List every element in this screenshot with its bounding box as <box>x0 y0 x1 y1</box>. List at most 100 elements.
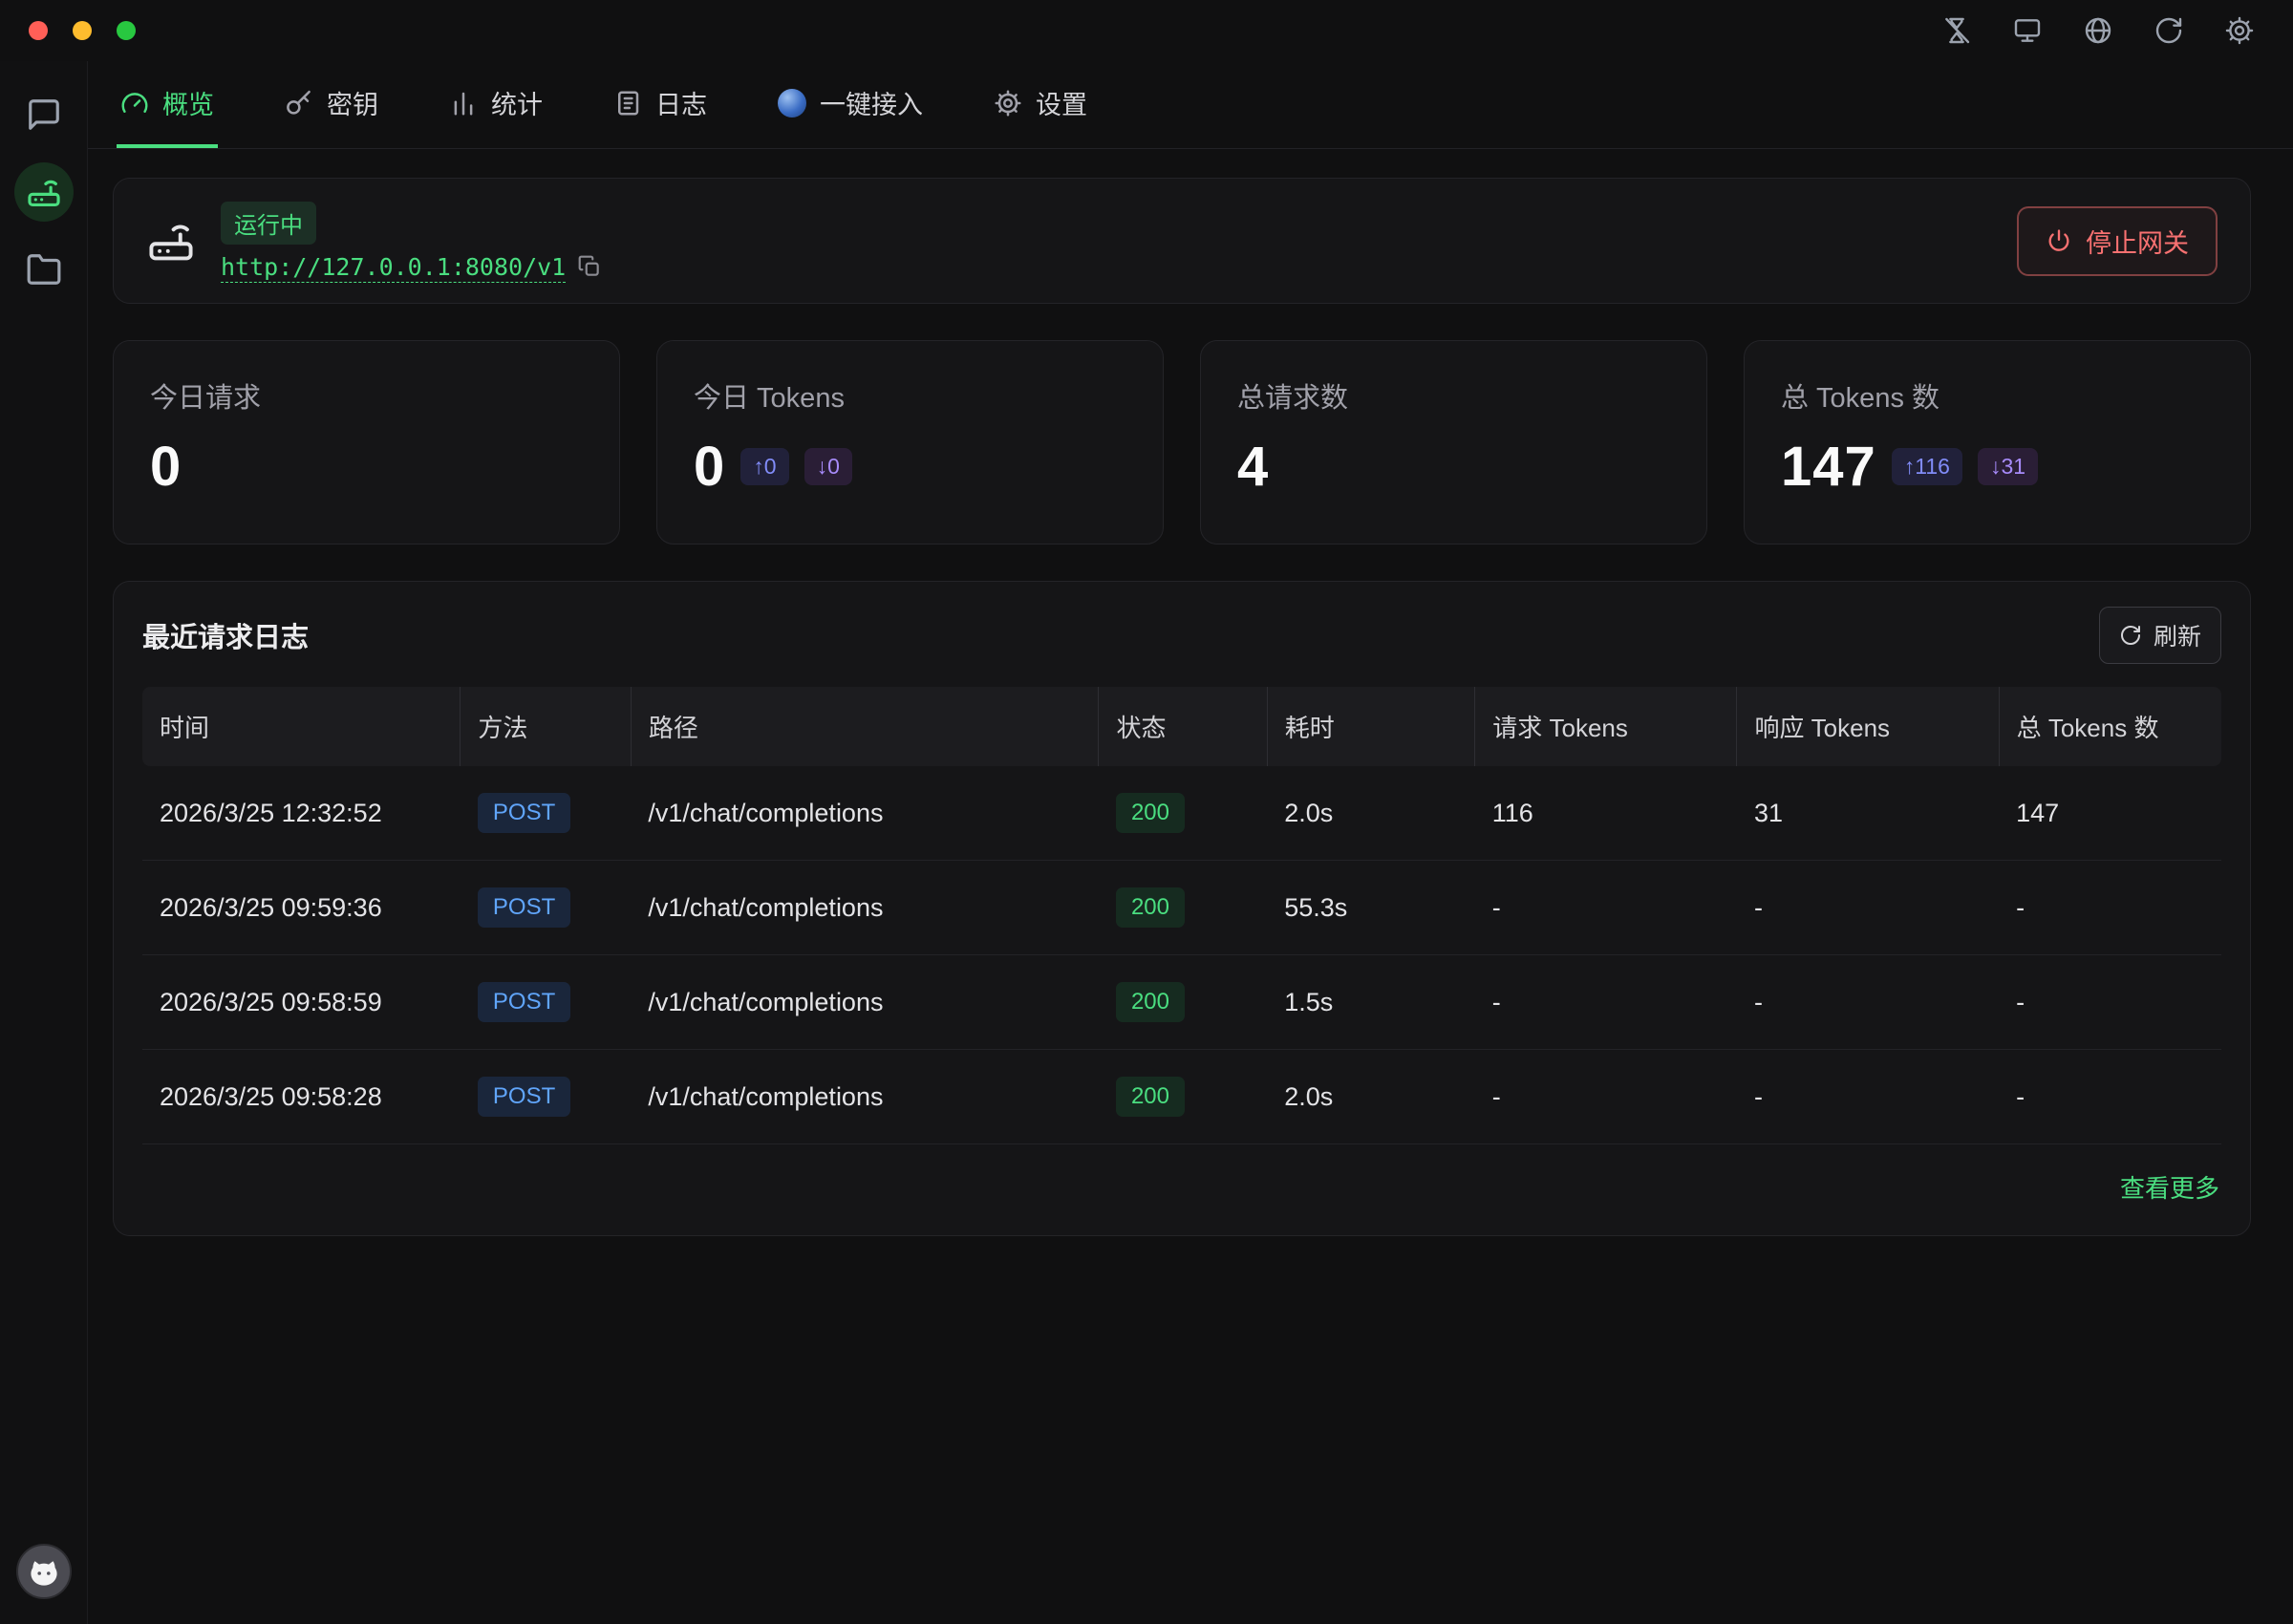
close-window-button[interactable] <box>29 21 48 40</box>
tab-keys[interactable]: 密钥 <box>281 61 382 148</box>
stat-card-total-tokens: 总 Tokens 数 147 ↑116 ↓31 <box>1744 340 2251 545</box>
gateway-status-info: 运行中 http://127.0.0.1:8080/v1 <box>221 202 602 281</box>
logs-table: 时间 方法 路径 状态 耗时 请求 Tokens 响应 Tokens 总 Tok… <box>114 687 2250 1144</box>
router-icon <box>146 216 196 266</box>
bar-chart-icon <box>449 89 478 118</box>
cell-response-tokens: 31 <box>1737 766 1999 861</box>
cell-request-tokens: - <box>1475 1050 1737 1144</box>
cell-response-tokens: - <box>1737 861 1999 955</box>
stat-label: 总 Tokens 数 <box>1781 375 2214 416</box>
method-badge: POST <box>478 982 570 1022</box>
copy-icon[interactable] <box>577 254 602 279</box>
gateway-router-icon <box>26 174 62 210</box>
stop-gateway-button[interactable]: 停止网关 <box>2017 206 2218 276</box>
traffic-lights <box>29 21 136 40</box>
titlebar-actions <box>1941 15 2255 46</box>
cell-time: 2026/3/25 12:32:52 <box>142 766 461 861</box>
tab-settings[interactable]: 设置 <box>990 61 1091 148</box>
status-badge: 200 <box>1116 1077 1185 1117</box>
user-avatar[interactable] <box>16 1544 72 1599</box>
cell-path: /v1/chat/completions <box>631 955 1099 1050</box>
stat-label: 今日 Tokens <box>694 375 1126 416</box>
col-request-tokens: 请求 Tokens <box>1475 687 1737 766</box>
cell-total-tokens: - <box>1999 861 2221 955</box>
stat-value: 0 <box>150 435 182 499</box>
sidebar-item-gateway[interactable] <box>14 162 74 222</box>
settings-gear-icon[interactable] <box>2224 15 2255 46</box>
table-row: 2026/3/25 12:32:52 POST /v1/chat/complet… <box>142 766 2221 861</box>
main-area: 概览 密钥 统计 <box>88 61 2293 1624</box>
cell-time: 2026/3/25 09:59:36 <box>142 861 461 955</box>
cell-total-tokens: 147 <box>1999 766 2221 861</box>
tab-overview[interactable]: 概览 <box>117 61 218 148</box>
output-tokens-pill: ↓0 <box>804 448 852 485</box>
sidebar <box>0 61 88 1624</box>
power-icon <box>2046 227 2072 254</box>
cell-path: /v1/chat/completions <box>631 1050 1099 1144</box>
col-path: 路径 <box>631 687 1099 766</box>
cell-response-tokens: - <box>1737 955 1999 1050</box>
status-badge: 200 <box>1116 793 1185 833</box>
cell-time: 2026/3/25 09:58:59 <box>142 955 461 1050</box>
status-badge: 200 <box>1116 887 1185 928</box>
cell-response-tokens: - <box>1737 1050 1999 1144</box>
col-method: 方法 <box>461 687 631 766</box>
tab-quick-connect[interactable]: 一键接入 <box>774 61 927 148</box>
cell-duration: 2.0s <box>1267 1050 1475 1144</box>
stat-card-today-requests: 今日请求 0 <box>113 340 620 545</box>
stat-card-today-tokens: 今日 Tokens 0 ↑0 ↓0 <box>656 340 1164 545</box>
stat-label: 今日请求 <box>150 375 583 416</box>
cell-path: /v1/chat/completions <box>631 861 1099 955</box>
cell-path: /v1/chat/completions <box>631 766 1099 861</box>
top-nav: 概览 密钥 统计 <box>88 61 2293 149</box>
gateway-url-link[interactable]: http://127.0.0.1:8080/v1 <box>221 253 566 281</box>
stat-label: 总请求数 <box>1237 375 1670 416</box>
content: 运行中 http://127.0.0.1:8080/v1 <box>88 149 2293 1236</box>
gauge-icon <box>120 89 149 118</box>
tab-stats[interactable]: 统计 <box>445 61 546 148</box>
tab-label: 统计 <box>491 84 543 121</box>
col-time: 时间 <box>142 687 461 766</box>
table-header-row: 时间 方法 路径 状态 耗时 请求 Tokens 响应 Tokens 总 Tok… <box>142 687 2221 766</box>
col-response-tokens: 响应 Tokens <box>1737 687 1999 766</box>
minimize-window-button[interactable] <box>73 21 92 40</box>
zoom-window-button[interactable] <box>117 21 136 40</box>
cell-total-tokens: - <box>1999 1050 2221 1144</box>
tab-label: 一键接入 <box>820 84 923 121</box>
recent-logs-card: 最近请求日志 刷新 <box>113 581 2251 1236</box>
tab-label: 设置 <box>1036 84 1087 121</box>
col-status: 状态 <box>1099 687 1267 766</box>
stats-row: 今日请求 0 今日 Tokens 0 ↑0 ↓0 总请求数 <box>113 340 2251 545</box>
titlebar <box>0 0 2293 61</box>
running-status-badge: 运行中 <box>221 202 316 245</box>
tab-label: 日志 <box>655 84 707 121</box>
refresh-icon <box>2119 624 2142 647</box>
tab-label: 密钥 <box>327 84 378 121</box>
cell-duration: 2.0s <box>1267 766 1475 861</box>
method-badge: POST <box>478 1077 570 1117</box>
table-row: 2026/3/25 09:58:59 POST /v1/chat/complet… <box>142 955 2221 1050</box>
chat-icon[interactable] <box>17 88 71 141</box>
gear-icon <box>994 89 1022 118</box>
tab-label: 概览 <box>162 84 214 121</box>
monitor-icon[interactable] <box>2012 15 2043 46</box>
col-duration: 耗时 <box>1267 687 1475 766</box>
globe-icon[interactable] <box>2083 15 2113 46</box>
cell-request-tokens: - <box>1475 861 1737 955</box>
timer-off-icon[interactable] <box>1941 15 1972 46</box>
key-icon <box>285 89 313 118</box>
table-row: 2026/3/25 09:59:36 POST /v1/chat/complet… <box>142 861 2221 955</box>
refresh-logs-button[interactable]: 刷新 <box>2099 607 2221 664</box>
folder-icon[interactable] <box>17 243 71 296</box>
method-badge: POST <box>478 793 570 833</box>
connect-logo-icon <box>778 89 806 118</box>
col-total-tokens: 总 Tokens 数 <box>1999 687 2221 766</box>
stat-value: 0 <box>694 435 725 499</box>
cell-time: 2026/3/25 09:58:28 <box>142 1050 461 1144</box>
tab-logs[interactable]: 日志 <box>610 61 711 148</box>
table-row: 2026/3/25 09:58:28 POST /v1/chat/complet… <box>142 1050 2221 1144</box>
refresh-icon[interactable] <box>2154 15 2184 46</box>
view-more-link[interactable]: 查看更多 <box>2120 1169 2219 1205</box>
status-badge: 200 <box>1116 982 1185 1022</box>
method-badge: POST <box>478 887 570 928</box>
